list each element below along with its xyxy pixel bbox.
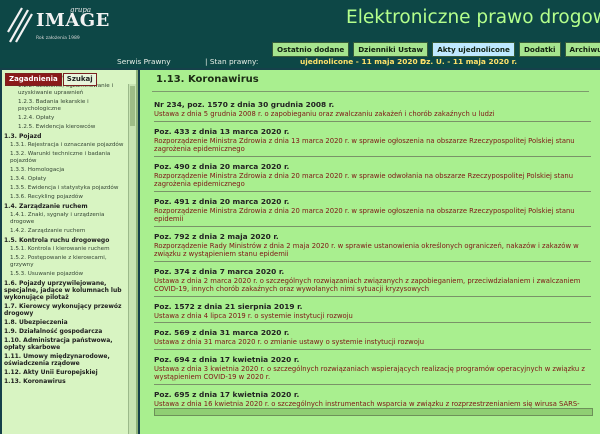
entry-list: Nr 234, poz. 1570 z dnia 30 grudnia 2008…: [154, 100, 591, 424]
entry-description[interactable]: Ustawa z dnia 3 kwietnia 2020 r. o szcze…: [154, 365, 591, 382]
logo-since-text: Rok założenia 1989: [36, 36, 80, 41]
list-item[interactable]: Poz. 374 z dnia 7 marca 2020 r. Ustawa z …: [154, 267, 591, 297]
sidebar-item[interactable]: 1.2.4. Opłaty: [18, 115, 124, 122]
sidebar-item[interactable]: 1.3.4. Opłaty: [10, 176, 124, 183]
sidebar-item[interactable]: 1.2.3. Badania lekarskie i psychologiczn…: [18, 99, 124, 113]
sidebar-item[interactable]: 1.9. Działalność gospodarcza: [4, 328, 124, 335]
entry-description[interactable]: Rozporządzenie Ministra Zdrowia z dnia 1…: [154, 137, 591, 154]
entry-title[interactable]: Poz. 694 z dnia 17 kwietnia 2020 r.: [154, 355, 591, 365]
entry-description[interactable]: Ustawa z dnia 2 marca 2020 r. o szczegól…: [154, 277, 591, 294]
entry-description[interactable]: Ustawa z dnia 31 marca 2020 r. o zmianie…: [154, 338, 591, 347]
sidebar-item[interactable]: 1.3.1. Rejestracja i oznaczanie pojazdów: [10, 142, 124, 149]
status-bar: Serwis Prawny | Stan prawny: ujednolicon…: [0, 57, 600, 68]
status-serwis: Serwis Prawny: [117, 57, 171, 66]
sidebar-scroll-thumb[interactable]: [130, 86, 135, 126]
tab-akty-ujednolicone[interactable]: Akty ujednolicone: [432, 42, 515, 57]
sidebar-item[interactable]: 1.5. Kontrola ruchu drogowego: [4, 237, 124, 244]
entry-description[interactable]: Rozporządzenie Ministra Zdrowia z dnia 2…: [154, 207, 591, 224]
sidebar-item[interactable]: 1.4. Zarządzanie ruchem: [4, 203, 124, 210]
entry-title[interactable]: Poz. 569 z dnia 31 marca 2020 r.: [154, 328, 591, 338]
entry-description[interactable]: Rozporządzenie Rady Ministrów z dnia 2 m…: [154, 242, 591, 259]
sidebar: wydania dokumentów1.2.2. Szkolenie, egza…: [2, 70, 138, 434]
sidebar-item[interactable]: 1.3. Pojazd: [4, 133, 124, 140]
entry-title[interactable]: Nr 234, poz. 1570 z dnia 30 grudnia 2008…: [154, 100, 591, 110]
sidebar-item[interactable]: 1.13. Koronawirus: [4, 378, 124, 385]
sidebar-item[interactable]: 1.11. Umowy międzynarodowe, oświadczenia…: [4, 353, 124, 367]
sidebar-scrollbar[interactable]: [128, 84, 136, 434]
title-divider: [152, 91, 589, 92]
entry-title[interactable]: Poz. 374 z dnia 7 marca 2020 r.: [154, 267, 591, 277]
entry-description[interactable]: Ustawa z dnia 4 lipca 2019 r. o systemie…: [154, 312, 591, 321]
logo-word: IMAGE: [36, 10, 110, 31]
sidebar-list: wydania dokumentów1.2.2. Szkolenie, egza…: [4, 74, 124, 387]
sidebar-item[interactable]: 1.5.2. Postępowanie z kierowcami, grzywn…: [10, 255, 124, 269]
sidebar-item[interactable]: 1.4.2. Zarządzanie ruchem: [10, 228, 124, 235]
list-item[interactable]: Poz. 569 z dnia 31 marca 2020 r. Ustawa z…: [154, 328, 591, 350]
sidebar-item[interactable]: 1.7. Kierowcy wykonujący przewóz drogowy: [4, 303, 124, 317]
entry-description[interactable]: Ustawa z dnia 5 grudnia 2008 r. o zapobi…: [154, 110, 591, 119]
list-item[interactable]: Poz. 433 z dnia 13 marca 2020 r. Rozporzą…: [154, 127, 591, 157]
list-item[interactable]: Poz. 1572 z dnia 21 sierpnia 2019 r. Usta…: [154, 302, 591, 323]
tab-archiwum[interactable]: Archiwum: [564, 42, 600, 57]
bottom-bar: [154, 408, 593, 416]
sidebar-item[interactable]: 1.6. Pojazdy uprzywilejowane, specjalne,…: [4, 280, 124, 301]
sidebar-item[interactable]: 1.3.6. Recykling pojazdów: [10, 194, 124, 201]
app-header: grupa IMAGE Rok założenia 1989 Elektroni…: [0, 0, 600, 68]
list-item[interactable]: Poz. 694 z dnia 17 kwietnia 2020 r. Ustaw…: [154, 355, 591, 385]
status-stan-label: | Stan prawny:: [205, 57, 259, 66]
tab-dzienniki-ustaw[interactable]: Dzienniki Ustaw: [353, 42, 429, 57]
list-item[interactable]: Nr 234, poz. 1570 z dnia 30 grudnia 2008…: [154, 100, 591, 122]
list-item[interactable]: Poz. 491 z dnia 20 marca 2020 r. Rozporzą…: [154, 197, 591, 227]
tab-ostatnio-dodane[interactable]: Ostatnio dodane: [272, 42, 350, 57]
entry-description[interactable]: Rozporządzenie Ministra Zdrowia z dnia 2…: [154, 172, 591, 189]
sidebar-item[interactable]: 1.8. Ubezpieczenia: [4, 319, 124, 326]
sidebar-item[interactable]: 1.2.5. Ewidencja kierowców: [18, 124, 124, 131]
status-ujednolicone-date: ujednolicone - 11 maja 2020 r.: [300, 57, 426, 66]
list-item[interactable]: Poz. 490 z dnia 20 marca 2020 r. Rozporzą…: [154, 162, 591, 192]
sidebar-item[interactable]: 1.3.2. Warunki techniczne i badania poja…: [10, 151, 124, 165]
page-title: 1.13. Koronawirus: [156, 74, 259, 85]
status-dzu-date: Dz. U. - 11 maja 2020 r.: [420, 57, 518, 66]
tab-szukaj[interactable]: Szukaj: [62, 73, 97, 86]
main-content: 1.13. Koronawirus Nr 234, poz. 1570 z dn…: [140, 70, 600, 434]
sidebar-item[interactable]: 1.5.1. Kontrola i kierowanie ruchem: [10, 246, 124, 253]
logo[interactable]: grupa IMAGE Rok założenia 1989: [6, 6, 121, 54]
logo-mark-icon: [7, 7, 33, 43]
entry-title[interactable]: Poz. 695 z dnia 17 kwietnia 2020 r.: [154, 390, 591, 400]
sidebar-item[interactable]: 1.10. Administracja państwowa, opłaty sk…: [4, 337, 124, 351]
sidebar-item[interactable]: 1.3.5. Ewidencja i statystyka pojazdów: [10, 185, 124, 192]
sidebar-item[interactable]: 1.3.3. Homologacja: [10, 167, 124, 174]
app-title: Elektroniczne prawo drogowe: [346, 7, 600, 28]
entry-title[interactable]: Poz. 792 z dnia 2 maja 2020 r.: [154, 232, 591, 242]
entry-title[interactable]: Poz. 490 z dnia 20 marca 2020 r.: [154, 162, 591, 172]
list-item[interactable]: Poz. 792 z dnia 2 maja 2020 r. Rozporządz…: [154, 232, 591, 262]
entry-title[interactable]: Poz. 491 z dnia 20 marca 2020 r.: [154, 197, 591, 207]
sidebar-item[interactable]: 1.12. Akty Unii Europejskiej: [4, 369, 124, 376]
sidebar-tabs: Zagadnienia Szukaj: [5, 73, 97, 86]
tab-dodatki[interactable]: Dodatki: [518, 42, 561, 57]
sidebar-item[interactable]: 1.4.1. Znaki, sygnały i urządzenia drogo…: [10, 212, 124, 226]
sidebar-item[interactable]: 1.5.3. Usuwanie pojazdów: [10, 271, 124, 278]
tab-zagadnienia[interactable]: Zagadnienia: [5, 73, 62, 86]
top-tabs: Ostatnio dodane Dzienniki Ustaw Akty uje…: [272, 42, 600, 57]
entry-title[interactable]: Poz. 1572 z dnia 21 sierpnia 2019 r.: [154, 302, 591, 312]
entry-title[interactable]: Poz. 433 z dnia 13 marca 2020 r.: [154, 127, 591, 137]
